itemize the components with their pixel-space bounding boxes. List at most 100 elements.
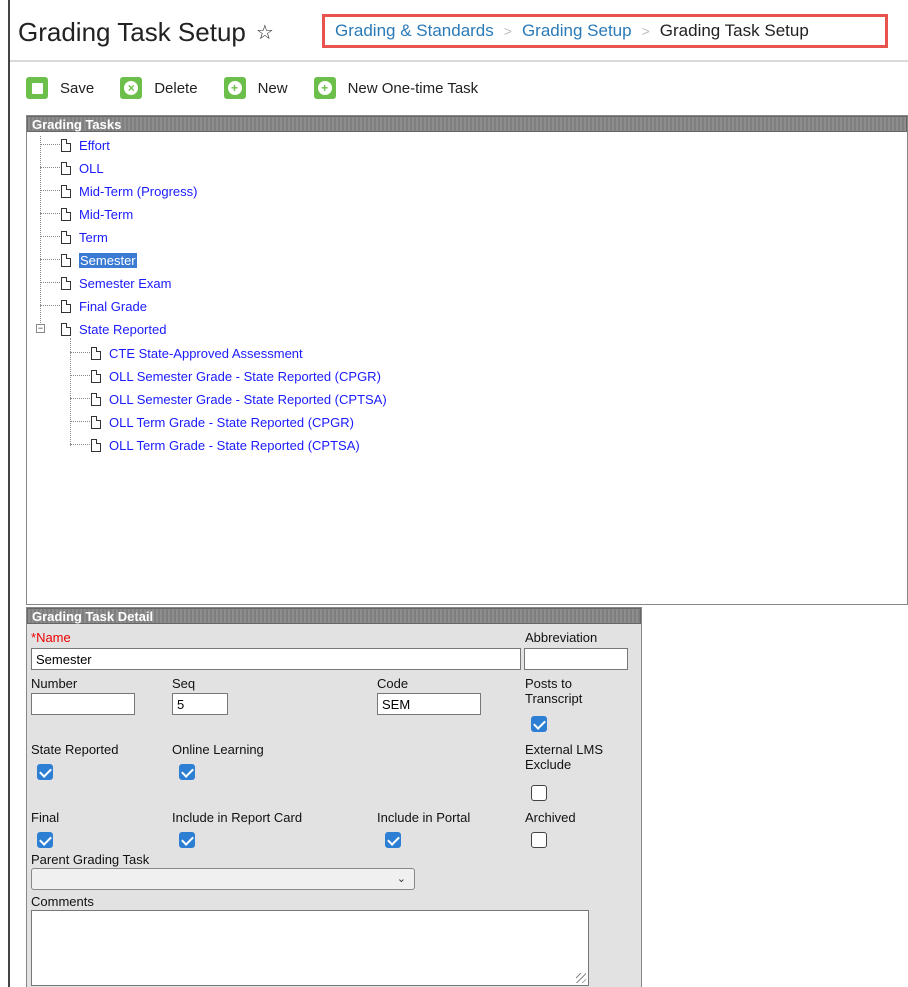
tree-item-semester-exam[interactable]: Semester Exam <box>61 274 171 292</box>
new-button[interactable]: + New <box>223 77 288 99</box>
tree-item-oll[interactable]: OLL <box>61 159 104 177</box>
document-icon <box>61 299 71 313</box>
tree-item-label: Term <box>79 229 108 245</box>
parent-grading-task-label: Parent Grading Task <box>31 852 150 867</box>
tree-item-label: CTE State-Approved Assessment <box>109 345 303 361</box>
archived-label: Archived <box>525 810 576 825</box>
posts-to-transcript-checkbox[interactable] <box>531 716 547 732</box>
tree-connector <box>40 282 60 283</box>
breadcrumb-grading-setup[interactable]: Grading Setup <box>522 21 632 41</box>
tree-item-oll-semester-cptsa[interactable]: OLL Semester Grade - State Reported (CPT… <box>91 390 387 408</box>
state-reported-checkbox[interactable] <box>37 764 53 780</box>
abbreviation-field[interactable] <box>524 648 628 670</box>
tree-item-semester[interactable]: Semester <box>61 251 137 269</box>
new-one-time-task-button[interactable]: + New One-time Task <box>313 77 479 99</box>
online-learning-checkbox[interactable] <box>179 764 195 780</box>
name-label: *Name <box>31 630 71 645</box>
tree-item-label: State Reported <box>79 321 167 337</box>
tree-item-final-grade[interactable]: Final Grade <box>61 297 147 315</box>
delete-button[interactable]: × Delete <box>120 77 198 99</box>
comments-textarea[interactable] <box>31 910 589 986</box>
posts-to-transcript-label: Posts to Transcript <box>525 676 582 706</box>
include-portal-checkbox[interactable] <box>385 832 401 848</box>
name-label-text: Name <box>36 630 71 645</box>
tree-connector <box>40 259 60 260</box>
tree-connector <box>40 136 41 329</box>
save-label: Save <box>60 79 95 97</box>
external-lms-line-2: Exclude <box>525 757 572 772</box>
delete-label: Delete <box>154 79 198 97</box>
tree-item-label: Effort <box>79 137 110 153</box>
abbreviation-label: Abbreviation <box>525 630 598 645</box>
tree-item-oll-term-cpgr[interactable]: OLL Term Grade - State Reported (CPGR) <box>91 413 354 431</box>
tree-connector <box>40 167 60 168</box>
document-icon <box>61 184 71 198</box>
tree-connector <box>40 305 60 306</box>
new-one-time-task-label: New One-time Task <box>347 79 479 97</box>
breadcrumb-grading-standards[interactable]: Grading & Standards <box>335 21 494 41</box>
plus-icon: + <box>313 77 336 99</box>
plus-icon: + <box>223 77 246 99</box>
collapse-toggle-icon[interactable]: − <box>36 324 45 333</box>
include-portal-label: Include in Portal <box>377 810 471 825</box>
number-label: Number <box>31 676 78 691</box>
tree-item-oll-semester-cpgr[interactable]: OLL Semester Grade - State Reported (CPG… <box>91 367 381 385</box>
document-icon <box>91 369 101 383</box>
tree-item-cte-assessment[interactable]: CTE State-Approved Assessment <box>91 344 303 362</box>
save-button[interactable]: Save <box>26 77 94 99</box>
tree-item-label: OLL Semester Grade - State Reported (CPG… <box>109 368 381 384</box>
toolbar: Save × Delete + New + New One-time Task <box>26 74 504 102</box>
tree-connector <box>70 421 90 422</box>
posts-label-line-2: Transcript <box>525 691 583 706</box>
document-icon <box>91 346 101 360</box>
comments-label: Comments <box>31 894 94 909</box>
document-icon <box>61 253 71 267</box>
final-label: Final <box>31 810 60 825</box>
document-icon <box>91 415 101 429</box>
tree-item-effort[interactable]: Effort <box>61 136 110 154</box>
tree-connector <box>40 190 60 191</box>
divider <box>10 60 908 62</box>
tree-connector <box>40 236 60 237</box>
tree-connector <box>40 213 60 214</box>
tree-connector <box>70 398 90 399</box>
tree-item-label: Mid-Term (Progress) <box>79 183 198 199</box>
parent-grading-task-select[interactable]: ⌄ <box>31 868 415 890</box>
tree-item-label: Semester Exam <box>79 275 172 291</box>
tree-item-mid-term[interactable]: Mid-Term <box>61 205 133 223</box>
grading-tasks-heading: Grading Tasks <box>27 116 907 132</box>
tree-item-term[interactable]: Term <box>61 228 108 246</box>
grading-task-detail-heading: Grading Task Detail <box>27 608 641 624</box>
tree-item-label: OLL Term Grade - State Reported (CPTSA) <box>109 437 360 453</box>
external-lms-exclude-label: External LMS Exclude <box>525 742 603 772</box>
tree-item-label: OLL Semester Grade - State Reported (CPT… <box>109 391 387 407</box>
new-label: New <box>257 79 288 97</box>
tree-connector <box>40 144 60 145</box>
tree-connector <box>70 375 90 376</box>
include-report-card-label: Include in Report Card <box>172 810 303 825</box>
code-field[interactable] <box>377 693 481 715</box>
final-checkbox[interactable] <box>37 832 53 848</box>
tree-item-oll-term-cptsa[interactable]: OLL Term Grade - State Reported (CPTSA) <box>91 436 360 454</box>
resize-handle-icon[interactable] <box>576 973 586 983</box>
include-report-card-checkbox[interactable] <box>179 832 195 848</box>
tree-item-mid-term-progress[interactable]: Mid-Term (Progress) <box>61 182 197 200</box>
tree-connector <box>70 352 90 353</box>
seq-field[interactable] <box>172 693 228 715</box>
document-icon <box>61 161 71 175</box>
document-icon <box>61 230 71 244</box>
name-field[interactable] <box>31 648 521 670</box>
tree-item-state-reported[interactable]: State Reported <box>61 320 166 338</box>
document-icon <box>61 276 71 290</box>
document-icon <box>91 438 101 452</box>
breadcrumb: Grading & Standards > Grading Setup > Gr… <box>322 14 888 48</box>
star-icon[interactable]: ☆ <box>256 20 274 45</box>
archived-checkbox[interactable] <box>531 832 547 848</box>
external-lms-exclude-checkbox[interactable] <box>531 785 547 801</box>
chevron-right-icon: > <box>503 23 512 39</box>
number-field[interactable] <box>31 693 135 715</box>
tree-item-label: OLL Term Grade - State Reported (CPGR) <box>109 414 354 430</box>
tree-item-label-selected: Semester <box>79 252 137 268</box>
document-icon <box>61 322 71 336</box>
page-title: Grading Task Setup <box>18 16 246 47</box>
